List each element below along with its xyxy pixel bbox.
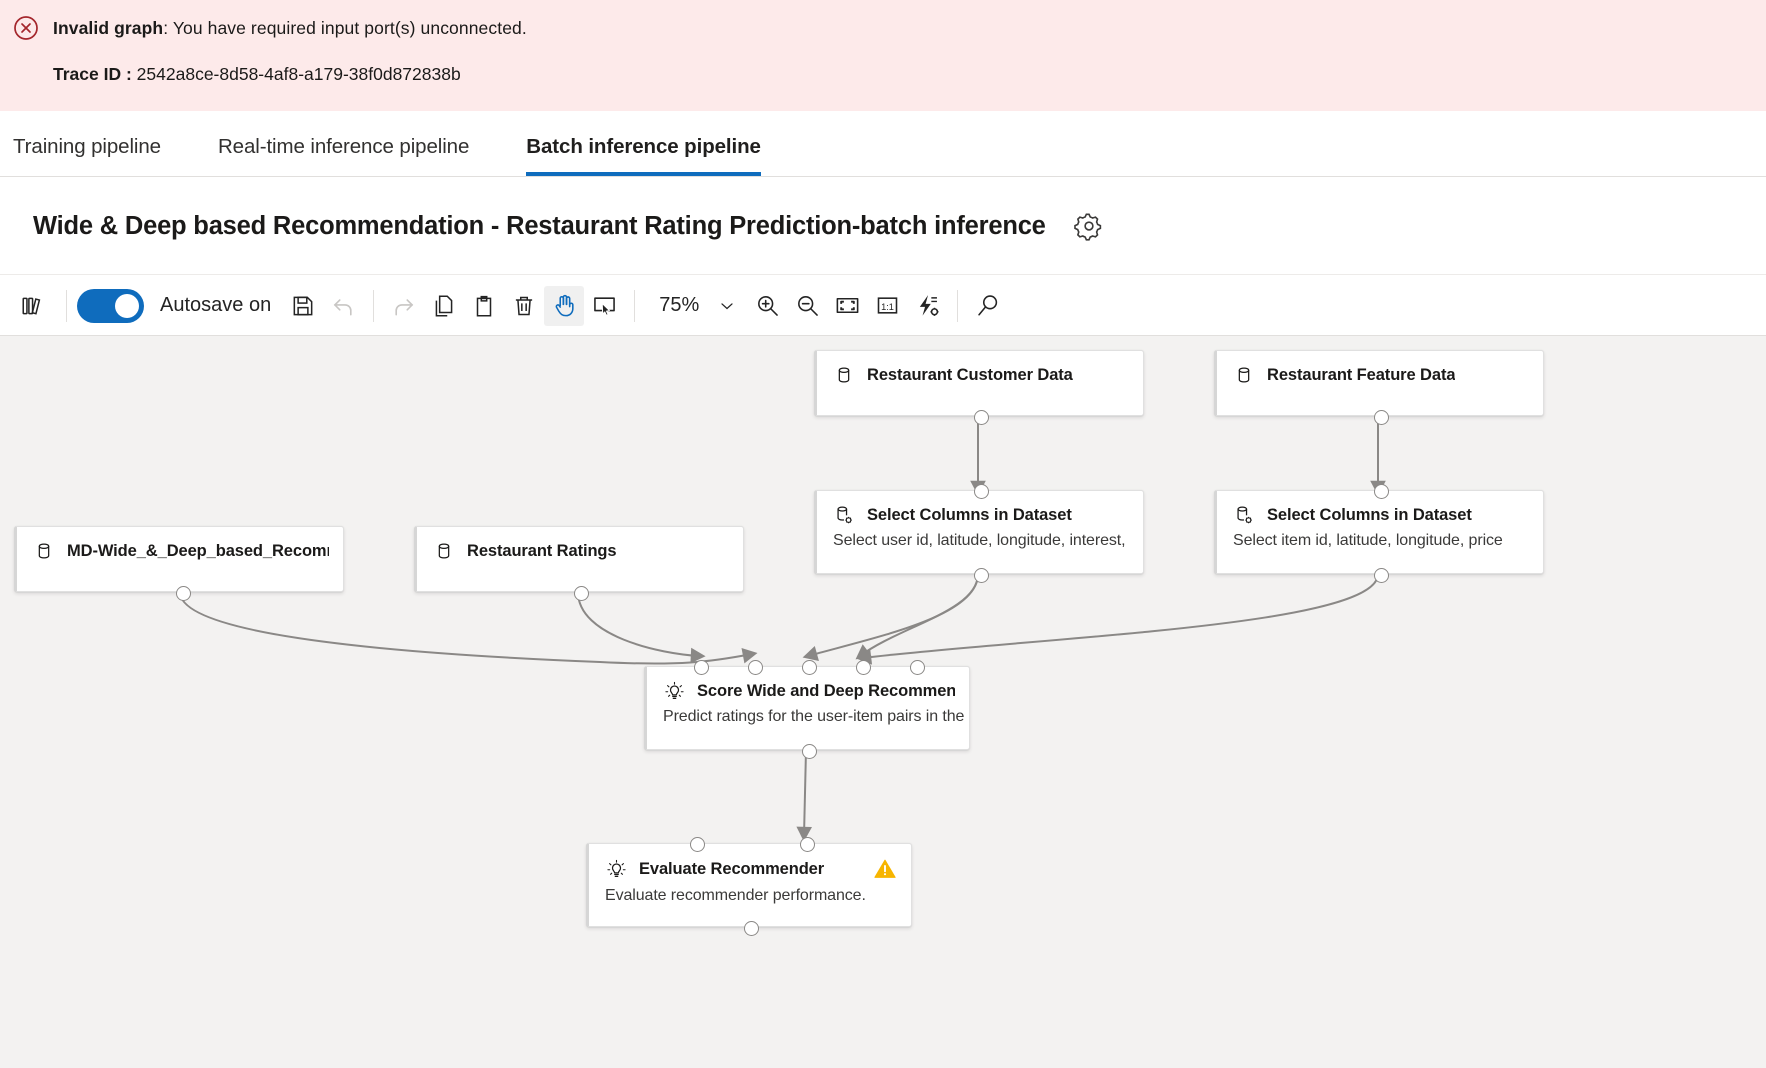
pipeline-toolbar: Autosave on 75% 1:1 (0, 276, 1766, 336)
trace-id-row: Trace ID : 2542a8ce-8d58-4af8-a179-38f0d… (0, 64, 1766, 85)
node-output-port[interactable] (973, 409, 989, 425)
node-input-port[interactable] (1373, 483, 1389, 499)
page-title: Wide & Deep based Recommendation - Resta… (33, 211, 1046, 240)
node-input-port[interactable] (747, 659, 763, 675)
save-icon[interactable] (283, 286, 323, 326)
node-input-port[interactable] (909, 659, 925, 675)
node-header: Restaurant Ratings (417, 527, 743, 562)
node-header: Restaurant Feature Data (1217, 351, 1543, 386)
warning-triangle-icon[interactable] (873, 857, 897, 881)
svg-text:1:1: 1:1 (881, 302, 894, 312)
node-input-port[interactable] (799, 836, 815, 852)
node-header: MD-Wide_&_Deep_based_Recomm... (17, 527, 343, 562)
edge-restaurant-ratings-to-score-wide-deep (577, 591, 706, 664)
node-output-port[interactable] (1373, 567, 1389, 583)
toolbar-divider (66, 289, 67, 322)
node-output-port[interactable] (175, 585, 191, 601)
edge-select-columns-left-to-score-wide-deep (802, 573, 979, 662)
tab-training-pipeline[interactable]: Training pipeline (13, 135, 161, 176)
node-title: Evaluate Recommender (639, 859, 825, 878)
node-header: Evaluate Recommender (589, 844, 911, 881)
node-description: Evaluate recommender performance. (605, 887, 866, 904)
edge-md-wide-deep-to-score-wide-deep (179, 591, 758, 665)
node-output-port[interactable] (573, 585, 589, 601)
node-header: Restaurant Customer Data (817, 351, 1143, 386)
graph-node-restaurant-feature-data[interactable]: Restaurant Feature Data (1214, 350, 1544, 425)
dataset-icon (433, 540, 455, 562)
node-output-port[interactable] (801, 743, 817, 759)
error-text: Invalid graph: You have required input p… (53, 18, 527, 39)
copy-icon[interactable] (424, 286, 464, 326)
graph-node-select-columns-right[interactable]: Select Columns in Dataset Select item id,… (1214, 483, 1544, 583)
toolbar-divider (373, 289, 375, 322)
trash-icon[interactable] (504, 286, 544, 326)
toolbar-divider (957, 289, 959, 322)
toolbar-divider (634, 289, 636, 322)
node-title: MD-Wide_&_Deep_based_Recomm... (67, 541, 329, 560)
autosave-switch[interactable] (77, 288, 144, 323)
autosave-label: Autosave on (160, 294, 272, 316)
node-input-port[interactable] (973, 483, 989, 499)
error-detail: : You have required input port(s) unconn… (163, 17, 527, 38)
node-description: Select user id, latitude, longitude, int… (833, 532, 1126, 549)
dataset-icon (1233, 364, 1255, 386)
node-output-port[interactable] (973, 567, 989, 583)
graph-node-md-wide-deep[interactable]: MD-Wide_&_Deep_based_Recomm... (14, 526, 344, 601)
paste-clipboard-icon[interactable] (464, 286, 504, 326)
select-columns-icon (833, 504, 855, 526)
dataset-icon (33, 540, 55, 562)
error-circle-x-icon (13, 15, 39, 41)
autosave-toggle[interactable]: Autosave on (77, 288, 272, 323)
node-title: Select Columns in Dataset (1267, 505, 1472, 524)
error-banner: Invalid graph: You have required input p… (0, 0, 1766, 111)
gear-icon[interactable] (1072, 209, 1106, 243)
node-description: Select item id, latitude, longitude, pri… (1233, 532, 1503, 549)
zoom-in-icon[interactable] (747, 286, 787, 326)
module-bulb-icon (663, 680, 685, 702)
hand-pan-icon[interactable] (544, 285, 585, 326)
node-input-port[interactable] (693, 659, 709, 675)
node-description: Predict ratings for the user-item pairs … (663, 708, 965, 725)
node-title: Restaurant Customer Data (867, 365, 1073, 384)
asset-library-icon[interactable] (10, 286, 56, 326)
trace-id-value: 2542a8ce-8d58-4af8-a179-38f0d872838b (136, 64, 461, 84)
redo-icon[interactable] (384, 286, 424, 326)
undo-icon[interactable] (323, 286, 363, 326)
zoom-level-value[interactable]: 75% (659, 294, 699, 317)
error-message-row: Invalid graph: You have required input p… (0, 10, 1766, 46)
graph-node-score-wide-deep[interactable]: Score Wide and Deep Recommender Predict r… (644, 659, 970, 759)
node-input-port[interactable] (855, 659, 871, 675)
pipeline-canvas[interactable]: MD-Wide_&_Deep_based_Recomm... Restaurant… (0, 336, 1766, 1068)
node-title: Select Columns in Dataset (867, 505, 1072, 524)
graph-node-select-columns-left[interactable]: Select Columns in Dataset Select user id,… (814, 483, 1144, 583)
node-input-port[interactable] (801, 659, 817, 675)
module-bulb-icon (605, 858, 627, 880)
tab-realtime-inference-pipeline[interactable]: Real-time inference pipeline (218, 135, 469, 176)
dataset-icon (833, 364, 855, 386)
graph-node-evaluate-recommender[interactable]: Evaluate Recommender Evaluate recommender… (586, 836, 912, 936)
title-bar: Wide & Deep based Recommendation - Resta… (0, 178, 1766, 275)
graph-node-restaurant-customer-data[interactable]: Restaurant Customer Data (814, 350, 1144, 425)
search-icon[interactable] (968, 286, 1008, 326)
chevron-down-icon[interactable] (707, 286, 747, 326)
trace-id-label: Trace ID : (53, 64, 132, 84)
marquee-select-icon[interactable] (584, 286, 624, 326)
tab-batch-inference-pipeline[interactable]: Batch inference pipeline (526, 135, 761, 176)
auto-layout-icon[interactable] (907, 286, 947, 326)
node-input-port[interactable] (689, 836, 705, 852)
fit-to-screen-icon[interactable] (827, 286, 867, 326)
edge-select-columns-left-to-score-wide-deep (855, 573, 979, 660)
pipeline-tabs: Training pipeline Real-time inference pi… (0, 111, 1766, 177)
node-output-port[interactable] (743, 920, 759, 936)
node-title: Restaurant Feature Data (1267, 365, 1456, 384)
node-title: Score Wide and Deep Recommender (697, 681, 955, 700)
actual-size-1-1-icon[interactable]: 1:1 (867, 286, 907, 326)
graph-node-restaurant-ratings[interactable]: Restaurant Ratings (414, 526, 744, 601)
zoom-out-icon[interactable] (787, 286, 827, 326)
error-title: Invalid graph (53, 17, 164, 38)
select-columns-icon (1233, 504, 1255, 526)
edge-score-wide-deep-to-evaluate-recommender (796, 749, 813, 842)
node-output-port[interactable] (1373, 409, 1389, 425)
node-title: Restaurant Ratings (467, 541, 617, 560)
